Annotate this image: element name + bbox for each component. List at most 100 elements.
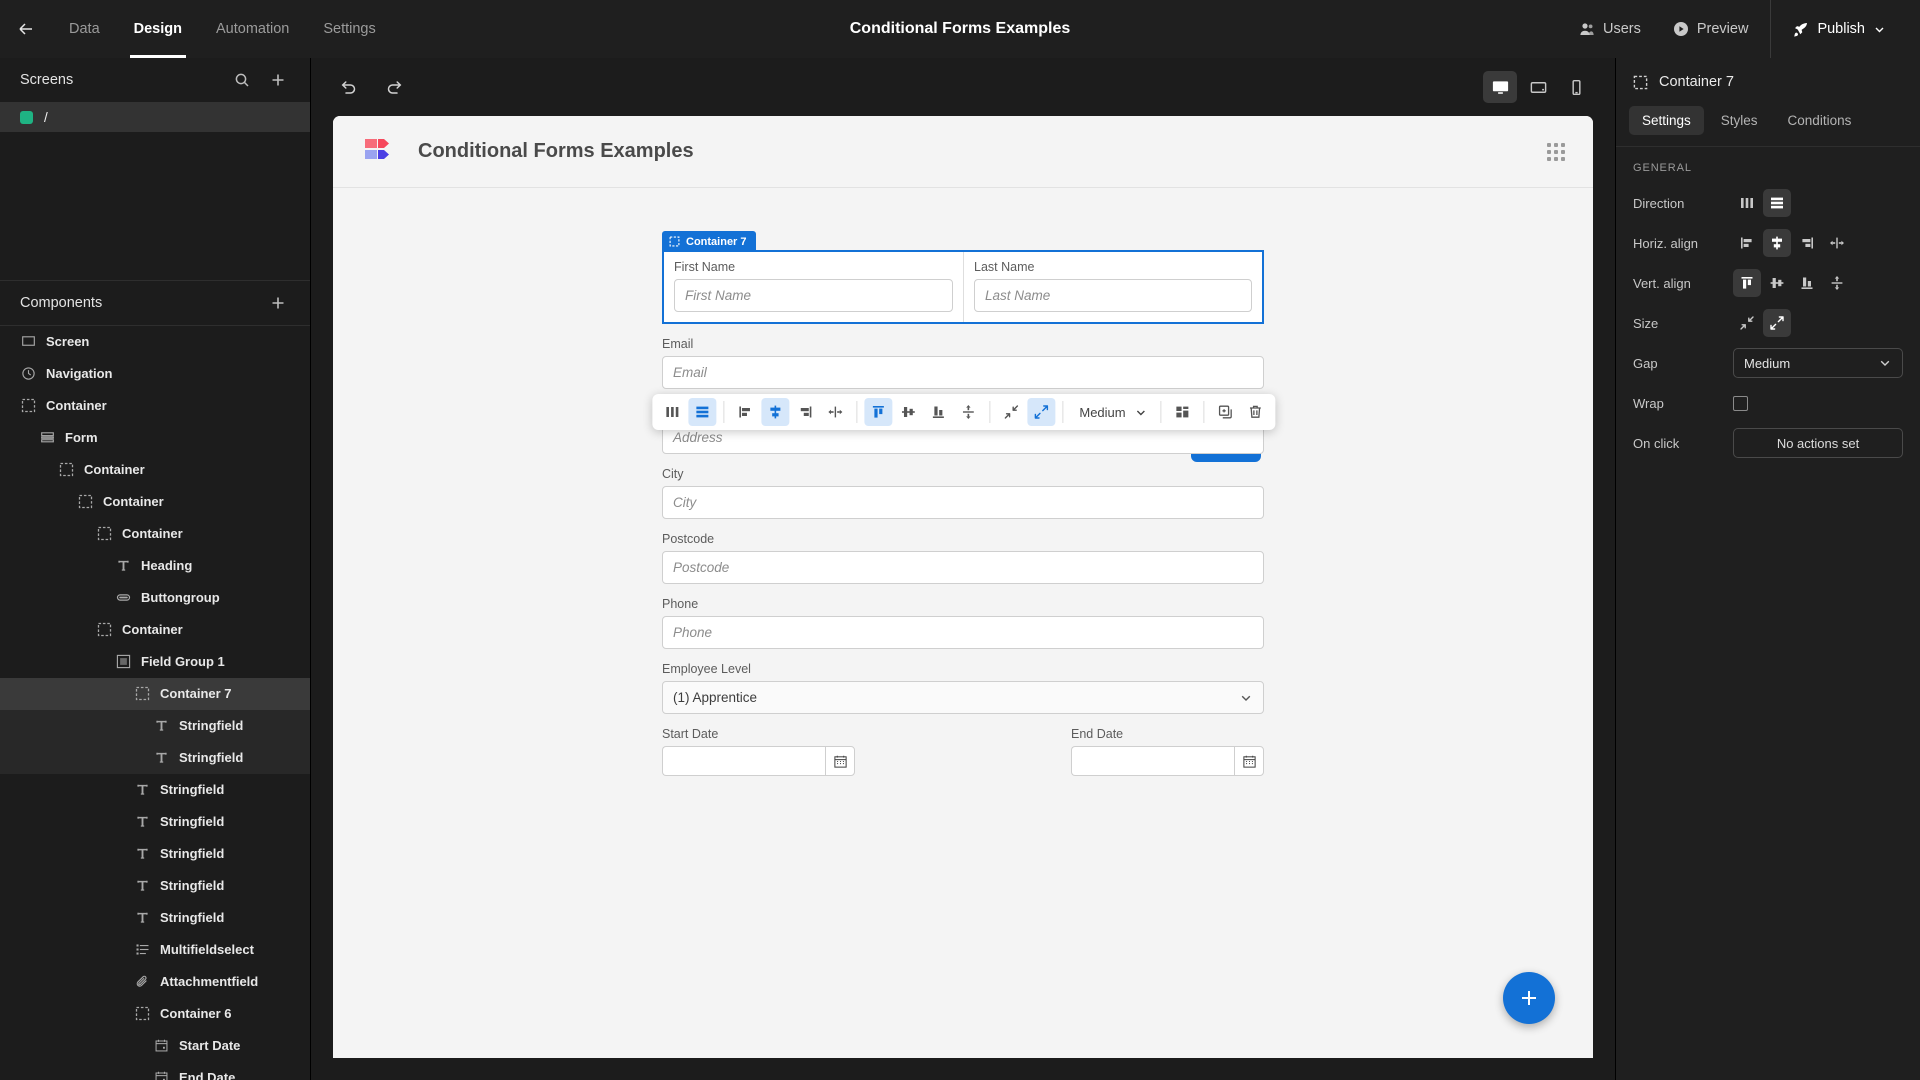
add-component-fab[interactable] xyxy=(1503,972,1555,1024)
wrap-checkbox[interactable] xyxy=(1733,395,1748,411)
align-center-icon[interactable] xyxy=(1763,229,1791,257)
tree-item-heading[interactable]: Heading xyxy=(0,550,310,582)
employee-level-select[interactable]: (1) Apprentice xyxy=(662,681,1264,714)
size-grow-icon[interactable] xyxy=(1027,398,1056,426)
on-click-actions-button[interactable]: No actions set xyxy=(1733,428,1903,458)
align-left-icon[interactable] xyxy=(1733,229,1761,257)
row-direction: Direction xyxy=(1616,183,1920,223)
publish-button[interactable]: Publish xyxy=(1777,0,1902,58)
tree-item-stringfield[interactable]: Stringfield xyxy=(0,709,310,742)
end-date-calendar-icon[interactable] xyxy=(1234,746,1264,776)
postcode-input[interactable]: Postcode xyxy=(662,551,1264,584)
field-postcode: Postcode Postcode xyxy=(662,532,1264,584)
tree-item-form[interactable]: Form xyxy=(0,422,310,454)
users-button[interactable]: Users xyxy=(1563,0,1657,58)
tree-item-navigation[interactable]: Navigation xyxy=(0,358,310,390)
first-name-input[interactable]: First Name xyxy=(674,279,953,312)
chevron-down-icon xyxy=(1878,356,1892,370)
gap-select[interactable]: Medium xyxy=(1070,399,1153,425)
device-tablet-button[interactable] xyxy=(1521,71,1555,103)
preview-button[interactable]: Preview xyxy=(1657,0,1765,58)
tree-item-label: Stringfield xyxy=(160,846,225,862)
tree-item-multifieldselect[interactable]: Multifieldselect xyxy=(0,934,310,966)
tree-item-stringfield[interactable]: Stringfield xyxy=(0,870,310,902)
device-desktop-button[interactable] xyxy=(1483,71,1517,103)
valign-bottom-icon[interactable] xyxy=(1793,269,1821,297)
align-right-icon[interactable] xyxy=(1793,229,1821,257)
on-click-label: On click xyxy=(1633,435,1680,451)
tree-item-stringfield[interactable]: Stringfield xyxy=(0,902,310,934)
tree-item-container[interactable]: Container xyxy=(0,614,310,646)
layout-icon[interactable] xyxy=(1169,398,1197,426)
tree-item-end-date[interactable]: End Date xyxy=(0,1062,310,1080)
tree-item-buttongroup[interactable]: Buttongroup xyxy=(0,582,310,614)
device-mobile-button[interactable] xyxy=(1559,71,1593,103)
align-space-between-icon[interactable] xyxy=(821,398,849,426)
valign-middle-icon[interactable] xyxy=(1763,269,1791,297)
city-input[interactable]: City xyxy=(662,486,1264,519)
tree-item-stringfield[interactable]: Stringfield xyxy=(0,741,310,774)
align-center-icon[interactable] xyxy=(761,398,790,426)
tree-item-screen[interactable]: Screen xyxy=(0,326,310,358)
tree-item-container[interactable]: Container xyxy=(0,518,310,550)
direction-vertical-icon[interactable] xyxy=(1763,189,1791,217)
general-section-title: GENERAL xyxy=(1633,162,1692,174)
align-right-icon[interactable] xyxy=(791,398,819,426)
date-fields-row: Start Date End Date xyxy=(662,727,1264,776)
mobile-icon xyxy=(1567,78,1586,97)
search-icon[interactable] xyxy=(230,68,254,92)
tab-settings-panel[interactable]: Settings xyxy=(1629,106,1704,135)
tab-styles-panel[interactable]: Styles xyxy=(1708,106,1771,135)
delete-icon[interactable] xyxy=(1242,398,1270,426)
tab-automation[interactable]: Automation xyxy=(199,0,306,58)
valign-stretch-icon[interactable] xyxy=(1823,269,1851,297)
add-screen-icon[interactable] xyxy=(266,68,290,92)
align-space-between-icon[interactable] xyxy=(1823,229,1851,257)
back-button[interactable] xyxy=(0,0,52,58)
tree-item-container-7[interactable]: Container 7 xyxy=(0,677,310,710)
start-date-calendar-icon[interactable] xyxy=(825,746,855,776)
grid-dots-icon[interactable] xyxy=(1547,142,1565,161)
redo-button[interactable] xyxy=(379,72,409,102)
tree-item-stringfield[interactable]: Stringfield xyxy=(0,806,310,838)
add-component-icon[interactable] xyxy=(266,291,290,315)
tree-item-field-group-1[interactable]: Field Group 1 xyxy=(0,646,310,678)
tree-item-container[interactable]: Container xyxy=(0,486,310,518)
tree-item-attachmentfield[interactable]: Attachmentfield xyxy=(0,966,310,998)
duplicate-icon[interactable] xyxy=(1212,398,1240,426)
tab-data[interactable]: Data xyxy=(52,0,117,58)
tree-item-stringfield[interactable]: Stringfield xyxy=(0,774,310,806)
tree-item-container[interactable]: Container xyxy=(0,390,310,422)
valign-top-icon[interactable] xyxy=(864,398,893,426)
field-last-name: Last Name Last Name xyxy=(963,252,1262,322)
phone-input[interactable]: Phone xyxy=(662,616,1264,649)
tree-item-stringfield[interactable]: Stringfield xyxy=(0,838,310,870)
size-grow-icon[interactable] xyxy=(1763,309,1791,337)
valign-top-icon[interactable] xyxy=(1733,269,1761,297)
size-shrink-icon[interactable] xyxy=(1733,309,1761,337)
direction-vertical-icon[interactable] xyxy=(688,398,717,426)
valign-stretch-icon[interactable] xyxy=(954,398,982,426)
plus-icon xyxy=(1517,986,1541,1010)
selected-container[interactable]: Container 7 First Name First Name Last N… xyxy=(662,231,1264,324)
tab-settings[interactable]: Settings xyxy=(306,0,392,58)
email-input[interactable]: Email xyxy=(662,356,1264,389)
screen-item-root[interactable]: / xyxy=(0,102,310,132)
tree-item-container[interactable]: Container xyxy=(0,454,310,486)
valign-middle-icon[interactable] xyxy=(894,398,922,426)
align-left-icon[interactable] xyxy=(731,398,759,426)
direction-horizontal-icon[interactable] xyxy=(1733,189,1761,217)
size-shrink-icon[interactable] xyxy=(997,398,1025,426)
start-date-input[interactable] xyxy=(662,746,825,776)
undo-button[interactable] xyxy=(333,72,363,102)
tree-item-container-6[interactable]: Container 6 xyxy=(0,998,310,1030)
tab-conditions-panel[interactable]: Conditions xyxy=(1775,106,1865,135)
tab-design[interactable]: Design xyxy=(117,0,199,58)
gap-select-panel[interactable]: Medium xyxy=(1733,348,1903,378)
last-name-input[interactable]: Last Name xyxy=(974,279,1252,312)
valign-bottom-icon[interactable] xyxy=(924,398,952,426)
tree-item-start-date[interactable]: Start Date xyxy=(0,1030,310,1062)
direction-horizontal-icon[interactable] xyxy=(658,398,686,426)
end-date-input[interactable] xyxy=(1071,746,1234,776)
text-icon xyxy=(134,814,150,830)
